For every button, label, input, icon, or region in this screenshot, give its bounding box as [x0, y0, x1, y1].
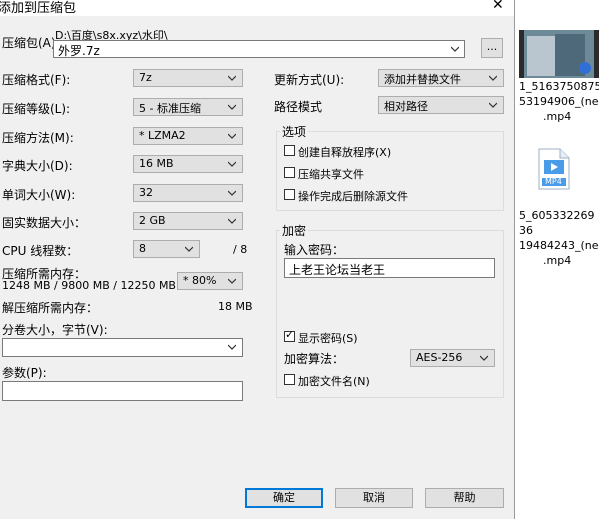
solid-select[interactable]: 2 GB: [133, 212, 243, 230]
file2-line3: .mp4: [543, 254, 572, 267]
chevron-down-icon: [228, 133, 236, 139]
enc-method-label: 加密算法：: [284, 352, 345, 366]
mp4-badge: MP4: [545, 177, 562, 186]
checkmark-icon: ✓: [285, 328, 295, 341]
encryption-title: 加密: [280, 222, 309, 239]
solid-value: 2 GB: [139, 214, 166, 227]
chevron-down-icon: [228, 75, 236, 81]
chevron-down-icon: [228, 161, 236, 167]
chevron-down-icon: [228, 190, 236, 196]
volume-label: 分卷大小，字节(V):: [2, 323, 108, 337]
show-password-checkbox[interactable]: ✓: [284, 328, 295, 342]
chevron-down-icon: [185, 246, 193, 252]
memory-percent-select[interactable]: * 80%: [177, 272, 243, 290]
level-select[interactable]: 5 - 标准压缩: [133, 98, 243, 116]
video-thumbnail[interactable]: [519, 30, 599, 78]
file1-line2: 53194906_(new): [519, 95, 599, 108]
browse-button[interactable]: ...: [481, 38, 503, 58]
chevron-down-icon: [228, 344, 236, 350]
word-value: 32: [139, 186, 153, 199]
encrypt-names-label: 加密文件名(N): [298, 375, 370, 388]
update-label: 更新方式(U):: [274, 73, 345, 87]
cpu-total: / 8: [233, 243, 248, 256]
file2-line1: 5_605332269 36: [519, 209, 595, 237]
enc-method-select[interactable]: AES-256: [410, 349, 495, 367]
params-label: 参数(P):: [2, 366, 47, 380]
ok-button[interactable]: 确定: [245, 488, 323, 508]
add-to-archive-dialog: 添加到压缩包 ✕ 压缩包(A) D:\百度\s8x.xyz\水印\ 外罗.7z …: [0, 0, 515, 519]
level-value: 5 - 标准压缩: [139, 102, 201, 115]
level-label: 压缩等级(L):: [2, 102, 71, 116]
word-select[interactable]: 32: [133, 184, 243, 202]
format-select[interactable]: 7z: [133, 69, 243, 87]
cpu-value: 8: [139, 242, 146, 255]
chevron-down-icon: [480, 355, 488, 361]
chevron-down-icon: [489, 75, 497, 81]
cpu-select[interactable]: 8: [133, 240, 200, 258]
method-select[interactable]: * LZMA2: [133, 127, 243, 145]
shared-label: 压缩共享文件: [298, 168, 364, 181]
enc-method-value: AES-256: [416, 351, 463, 364]
chevron-down-icon: [451, 46, 459, 52]
dict-select[interactable]: 16 MB: [133, 155, 243, 173]
word-label: 单词大小(W):: [2, 188, 76, 202]
params-input[interactable]: [2, 381, 243, 401]
archive-name-value: 外罗.7z: [58, 44, 100, 58]
format-label: 压缩格式(F):: [2, 73, 71, 87]
sfx-label: 创建自释放程序(X): [298, 146, 392, 159]
chevron-down-icon: [228, 278, 236, 284]
password-label: 输入密码：: [284, 243, 345, 257]
decompress-label: 解压缩所需内存：: [2, 301, 99, 315]
pathmode-label: 路径模式: [274, 100, 323, 114]
dict-label: 字典大小(D):: [2, 159, 73, 173]
chevron-down-icon: [489, 102, 497, 108]
method-label: 压缩方法(M):: [2, 131, 74, 145]
shared-checkbox[interactable]: [284, 167, 295, 178]
format-value: 7z: [139, 71, 152, 84]
archive-label: 压缩包(A): [2, 36, 56, 50]
desktop-file-2-name[interactable]: 5_605332269 36 19484243_(new) .mp4: [519, 208, 599, 268]
delete-checkbox[interactable]: [284, 189, 295, 200]
memory-percent-value: * 80%: [183, 274, 217, 287]
chevron-down-icon: [228, 218, 236, 224]
file1-line1: 1_51637508754: [519, 80, 599, 93]
show-password-label: 显示密码(S): [298, 332, 358, 345]
dict-value: 16 MB: [139, 157, 174, 170]
file1-line3: .mp4: [543, 110, 572, 123]
update-select[interactable]: 添加并替换文件: [378, 69, 504, 87]
video-thumbnail-image: [519, 30, 599, 78]
pathmode-value: 相对路径: [384, 100, 428, 113]
volume-select[interactable]: [2, 338, 243, 357]
desktop-file-1-name[interactable]: 1_51637508754 53194906_(new) .mp4: [519, 79, 599, 124]
decompress-value: 18 MB: [218, 300, 253, 313]
window-title: 添加到压缩包: [0, 1, 77, 16]
solid-label: 固实数据大小：: [2, 216, 87, 230]
password-value: 上老王论坛当老王: [289, 263, 386, 277]
method-value: * LZMA2: [139, 129, 186, 142]
delete-label: 操作完成后删除源文件: [298, 190, 408, 203]
file2-line2: 19484243_(new): [519, 239, 599, 252]
archive-name-input[interactable]: 外罗.7z: [53, 40, 465, 58]
pathmode-select[interactable]: 相对路径: [378, 96, 504, 114]
sfx-checkbox[interactable]: [284, 145, 295, 156]
help-button[interactable]: 帮助: [425, 488, 504, 508]
memory-detail: 1248 MB / 9800 MB / 12250 MB: [2, 279, 176, 292]
options-title: 选项: [280, 123, 309, 140]
mp4-file-icon[interactable]: MP4: [538, 148, 570, 190]
cpu-label: CPU 线程数：: [2, 244, 79, 258]
encrypt-names-checkbox[interactable]: [284, 374, 295, 385]
cancel-button[interactable]: 取消: [335, 488, 413, 508]
chevron-down-icon: [228, 104, 236, 110]
update-value: 添加并替换文件: [384, 73, 461, 86]
password-input[interactable]: 上老王论坛当老王: [284, 258, 495, 278]
close-icon[interactable]: ✕: [492, 0, 504, 13]
title-bar: 添加到压缩包 ✕: [0, 0, 514, 16]
